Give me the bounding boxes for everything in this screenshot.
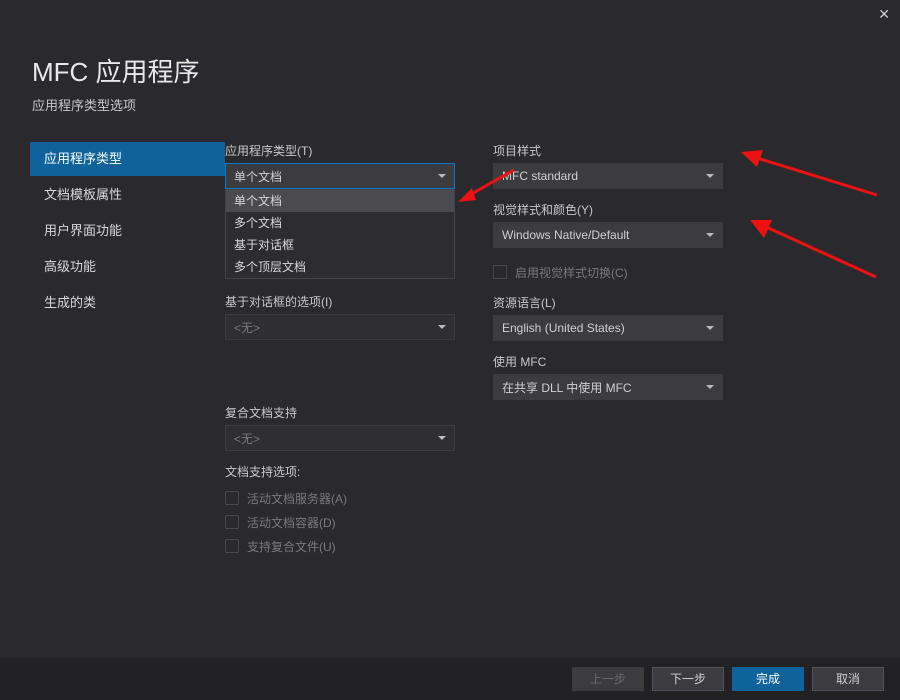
combo-visual-style[interactable]: Windows Native/Default: [493, 222, 723, 248]
label-resource-lang: 资源语言(L): [493, 294, 723, 311]
dialog-subtitle: 应用程序类型选项: [32, 95, 900, 114]
dropdown-option-single-doc[interactable]: 单个文档: [226, 190, 454, 212]
combo-app-type[interactable]: 单个文档 单个文档 多个文档 基于对话框 多个顶层文档: [225, 163, 455, 189]
combo-project-style[interactable]: MFC standard: [493, 163, 723, 189]
field-resource-lang: 资源语言(L) English (United States): [493, 294, 723, 341]
cancel-button[interactable]: 取消: [812, 667, 884, 691]
dropdown-option-multi-toplevel[interactable]: 多个顶层文档: [226, 256, 454, 278]
dropdown-option-dialog-based[interactable]: 基于对话框: [226, 234, 454, 256]
field-compound-doc: 复合文档支持 <无>: [225, 404, 455, 451]
dialog-header: MFC 应用程序 应用程序类型选项: [0, 0, 900, 114]
form-area: 应用程序类型(T) 单个文档 单个文档 多个文档 基于对话框 多个顶层文档 基于…: [225, 142, 900, 558]
checkbox-icon: [225, 491, 239, 505]
field-app-type: 应用程序类型(T) 单个文档 单个文档 多个文档 基于对话框 多个顶层文档: [225, 142, 455, 189]
combo-use-mfc[interactable]: 在共享 DLL 中使用 MFC: [493, 374, 723, 400]
left-column: 应用程序类型(T) 单个文档 单个文档 多个文档 基于对话框 多个顶层文档 基于…: [225, 142, 455, 558]
sidebar-item-app-type[interactable]: 应用程序类型: [30, 142, 225, 176]
label-dialog-options: 基于对话框的选项(I): [225, 293, 455, 310]
field-dialog-options: 基于对话框的选项(I) <无>: [225, 293, 455, 340]
field-use-mfc: 使用 MFC 在共享 DLL 中使用 MFC: [493, 353, 723, 400]
chevron-down-icon: [706, 385, 714, 389]
step-sidebar: 应用程序类型 文档模板属性 用户界面功能 高级功能 生成的类: [0, 142, 225, 558]
dialog-footer: 上一步 下一步 完成 取消: [0, 658, 900, 700]
close-icon[interactable]: ✕: [878, 6, 890, 23]
chevron-down-icon: [706, 174, 714, 178]
combo-compound-doc: <无>: [225, 425, 455, 451]
content-area: 应用程序类型 文档模板属性 用户界面功能 高级功能 生成的类 应用程序类型(T)…: [0, 142, 900, 558]
dropdown-app-type: 单个文档 多个文档 基于对话框 多个顶层文档: [225, 189, 455, 279]
finish-button[interactable]: 完成: [732, 667, 804, 691]
check-active-doc-container: 活动文档容器(D): [225, 510, 455, 534]
field-visual-style: 视觉样式和颜色(Y) Windows Native/Default: [493, 201, 723, 248]
dropdown-option-multi-doc[interactable]: 多个文档: [226, 212, 454, 234]
combo-resource-lang[interactable]: English (United States): [493, 315, 723, 341]
sidebar-item-doc-template[interactable]: 文档模板属性: [30, 178, 225, 212]
check-enable-visual-style-switching: 启用视觉样式切换(C): [493, 260, 723, 284]
chevron-down-icon: [706, 326, 714, 330]
label-visual-style: 视觉样式和颜色(Y): [493, 201, 723, 218]
label-use-mfc: 使用 MFC: [493, 353, 723, 370]
chevron-down-icon: [706, 233, 714, 237]
sidebar-item-ui-features[interactable]: 用户界面功能: [30, 214, 225, 248]
chevron-down-icon: [438, 436, 446, 440]
combo-dialog-options: <无>: [225, 314, 455, 340]
dialog-title: MFC 应用程序: [32, 52, 900, 89]
checkbox-icon: [225, 539, 239, 553]
right-column: 项目样式 MFC standard 视觉样式和颜色(Y) Windows Nat…: [493, 142, 723, 558]
check-compound-files: 支持复合文件(U): [225, 534, 455, 558]
sidebar-item-advanced[interactable]: 高级功能: [30, 250, 225, 284]
checkbox-icon: [493, 265, 507, 279]
label-doc-support: 文档支持选项:: [225, 463, 455, 480]
label-app-type: 应用程序类型(T): [225, 142, 455, 159]
label-compound-doc: 复合文档支持: [225, 404, 455, 421]
field-project-style: 项目样式 MFC standard: [493, 142, 723, 189]
sidebar-item-generated-classes[interactable]: 生成的类: [30, 286, 225, 320]
chevron-down-icon: [438, 325, 446, 329]
chevron-down-icon: [438, 174, 446, 178]
label-project-style: 项目样式: [493, 142, 723, 159]
next-button[interactable]: 下一步: [652, 667, 724, 691]
check-active-doc-server: 活动文档服务器(A): [225, 486, 455, 510]
prev-button: 上一步: [572, 667, 644, 691]
checkbox-icon: [225, 515, 239, 529]
